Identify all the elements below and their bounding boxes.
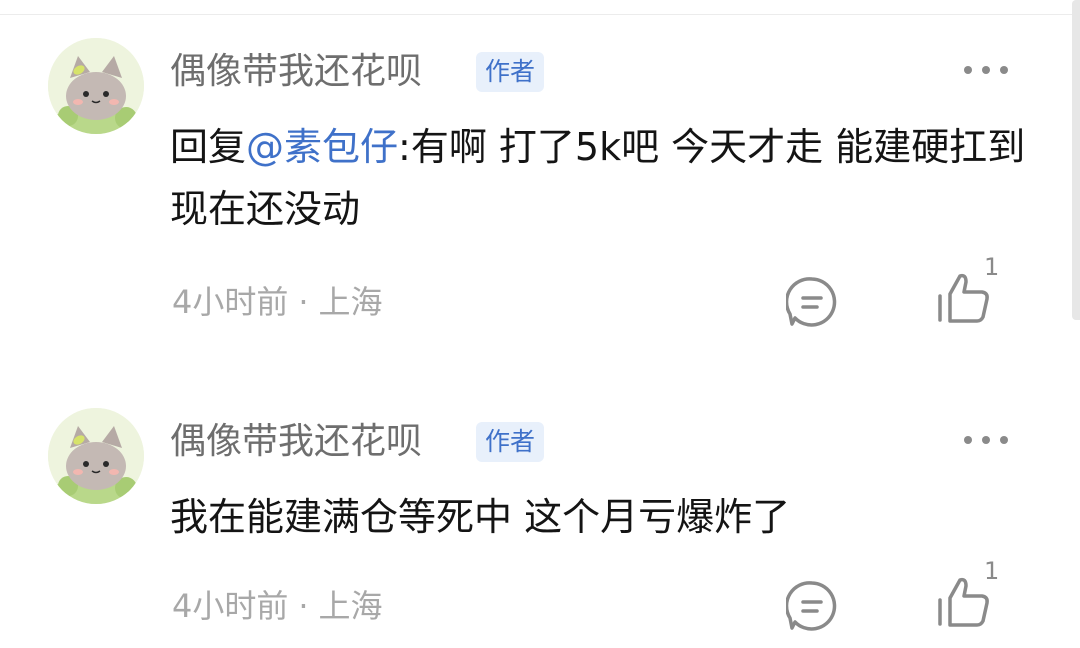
more-dots-icon[interactable] xyxy=(960,60,1012,80)
comment-bubble-icon[interactable] xyxy=(784,580,838,632)
comment-meta: 4小时前 · 上海 xyxy=(172,282,383,322)
author-badge: 作者 xyxy=(476,422,544,462)
username[interactable]: 偶像带我还花呗 xyxy=(170,50,422,94)
username[interactable]: 偶像带我还花呗 xyxy=(170,420,422,464)
comment-body: 我在能建满仓等死中 这个月亏爆炸了 xyxy=(170,495,791,539)
avatar[interactable] xyxy=(48,408,144,504)
top-divider xyxy=(0,14,1080,15)
meta-separator: · xyxy=(298,283,309,321)
author-badge: 作者 xyxy=(476,52,544,92)
avatar[interactable] xyxy=(48,38,144,134)
like-count: 1 xyxy=(984,557,1000,585)
comment-meta: 4小时前 · 上海 xyxy=(172,586,383,626)
timestamp: 4小时前 xyxy=(172,283,289,321)
reply-prefix: 回复 xyxy=(170,125,247,169)
meta-separator: · xyxy=(298,587,309,625)
location: 上海 xyxy=(318,283,383,321)
like-count: 1 xyxy=(984,253,1000,281)
comment-text: 回复@素包仔:有啊 打了5k吧 今天才走 能建硬扛到现在还没动 xyxy=(170,116,1030,240)
location: 上海 xyxy=(318,587,383,625)
comment-bubble-icon[interactable] xyxy=(784,276,838,328)
comment-text: 我在能建满仓等死中 这个月亏爆炸了 xyxy=(170,486,1030,548)
cat-avatar-image xyxy=(48,408,144,504)
scrollbar[interactable] xyxy=(1072,0,1080,320)
mention-link[interactable]: @素包仔 xyxy=(246,125,398,169)
more-dots-icon[interactable] xyxy=(960,430,1012,450)
cat-avatar-image xyxy=(48,38,144,134)
timestamp: 4小时前 xyxy=(172,587,289,625)
